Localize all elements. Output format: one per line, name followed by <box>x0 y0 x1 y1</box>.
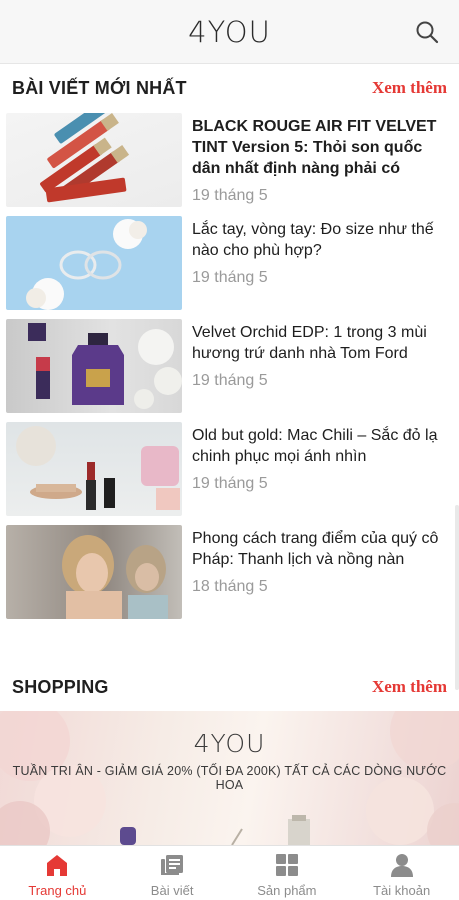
app-logo: 4YOU <box>188 14 271 49</box>
article-title: Lắc tay, vòng tay: Đo size như thế nào c… <box>192 221 434 259</box>
nav-label-home: Trang chủ <box>28 883 87 898</box>
products-grid-icon <box>275 854 298 876</box>
latest-see-more-link[interactable]: Xem thêm <box>372 78 447 98</box>
latest-section-header: BÀI VIẾT MỚI NHẤT Xem thêm <box>12 74 447 102</box>
article-title: Velvet Orchid EDP: 1 trong 3 mùi hương t… <box>192 324 427 362</box>
article-thumbnail <box>6 525 182 619</box>
scroll-edge-handle[interactable] <box>455 505 459 690</box>
article-info: Lắc tay, vòng tay: Đo size như thế nào c… <box>182 216 444 310</box>
article-card[interactable]: Lắc tay, vòng tay: Đo size như thế nào c… <box>6 216 454 310</box>
article-card[interactable]: Velvet Orchid EDP: 1 trong 3 mùi hương t… <box>6 319 454 413</box>
article-info: Velvet Orchid EDP: 1 trong 3 mùi hương t… <box>182 319 444 413</box>
article-title: BLACK ROUGE AIR FIT VELVET TINT Version … <box>192 118 437 177</box>
article-thumbnail <box>6 216 182 310</box>
article-title: Phong cách trang điểm của quý cô Pháp: T… <box>192 530 439 568</box>
nav-label-products: Sản phẩm <box>257 883 317 898</box>
article-date: 18 tháng 5 <box>192 578 268 595</box>
bottom-navigation: Trang chủ Bài viết Sản phẩm Tài khoản <box>0 845 459 900</box>
app-header: 4YOU <box>0 0 459 64</box>
article-info: Phong cách trang điểm của quý cô Pháp: T… <box>182 525 444 619</box>
nav-label-articles: Bài viết <box>150 883 194 898</box>
article-thumbnail <box>6 319 182 413</box>
banner-promo-text: TUẦN TRI ÂN - GIẢM GIÁ 20% (TỐI ĐA 200K)… <box>12 764 447 792</box>
articles-icon <box>161 855 184 875</box>
shopping-section-title: SHOPPING <box>12 676 109 697</box>
article-info: Old but gold: Mac Chili – Sắc đỏ lạ chin… <box>182 422 444 516</box>
search-icon[interactable] <box>413 18 441 46</box>
nav-item-products[interactable]: Sản phẩm <box>230 846 345 900</box>
home-icon <box>47 855 68 876</box>
nav-item-articles[interactable]: Bài viết <box>115 846 230 900</box>
article-info: BLACK ROUGE AIR FIT VELVET TINT Version … <box>182 113 444 207</box>
account-icon <box>390 854 413 877</box>
article-card[interactable]: Phong cách trang điểm của quý cô Pháp: T… <box>6 525 454 619</box>
shopping-see-more-link[interactable]: Xem thêm <box>372 677 447 697</box>
banner-brand: 4YOU <box>193 729 266 758</box>
article-card[interactable]: BLACK ROUGE AIR FIT VELVET TINT Version … <box>6 113 454 207</box>
shopping-section-header: SHOPPING Xem thêm <box>12 673 447 701</box>
article-thumbnail <box>6 113 182 207</box>
nav-item-account[interactable]: Tài khoản <box>344 846 459 900</box>
nav-item-home[interactable]: Trang chủ <box>0 846 115 900</box>
latest-section-title: BÀI VIẾT MỚI NHẤT <box>12 77 187 98</box>
shopping-banner[interactable]: 4YOU TUẦN TRI ÂN - GIẢM GIÁ 20% (TỐI ĐA … <box>0 711 459 845</box>
article-date: 19 tháng 5 <box>192 475 268 492</box>
article-date: 19 tháng 5 <box>192 187 268 204</box>
article-title: Old but gold: Mac Chili – Sắc đỏ lạ chin… <box>192 427 438 465</box>
article-thumbnail <box>6 422 182 516</box>
article-card[interactable]: Old but gold: Mac Chili – Sắc đỏ lạ chin… <box>6 422 454 516</box>
article-date: 19 tháng 5 <box>192 269 268 286</box>
article-date: 19 tháng 5 <box>192 372 268 389</box>
nav-label-account: Tài khoản <box>373 883 431 898</box>
